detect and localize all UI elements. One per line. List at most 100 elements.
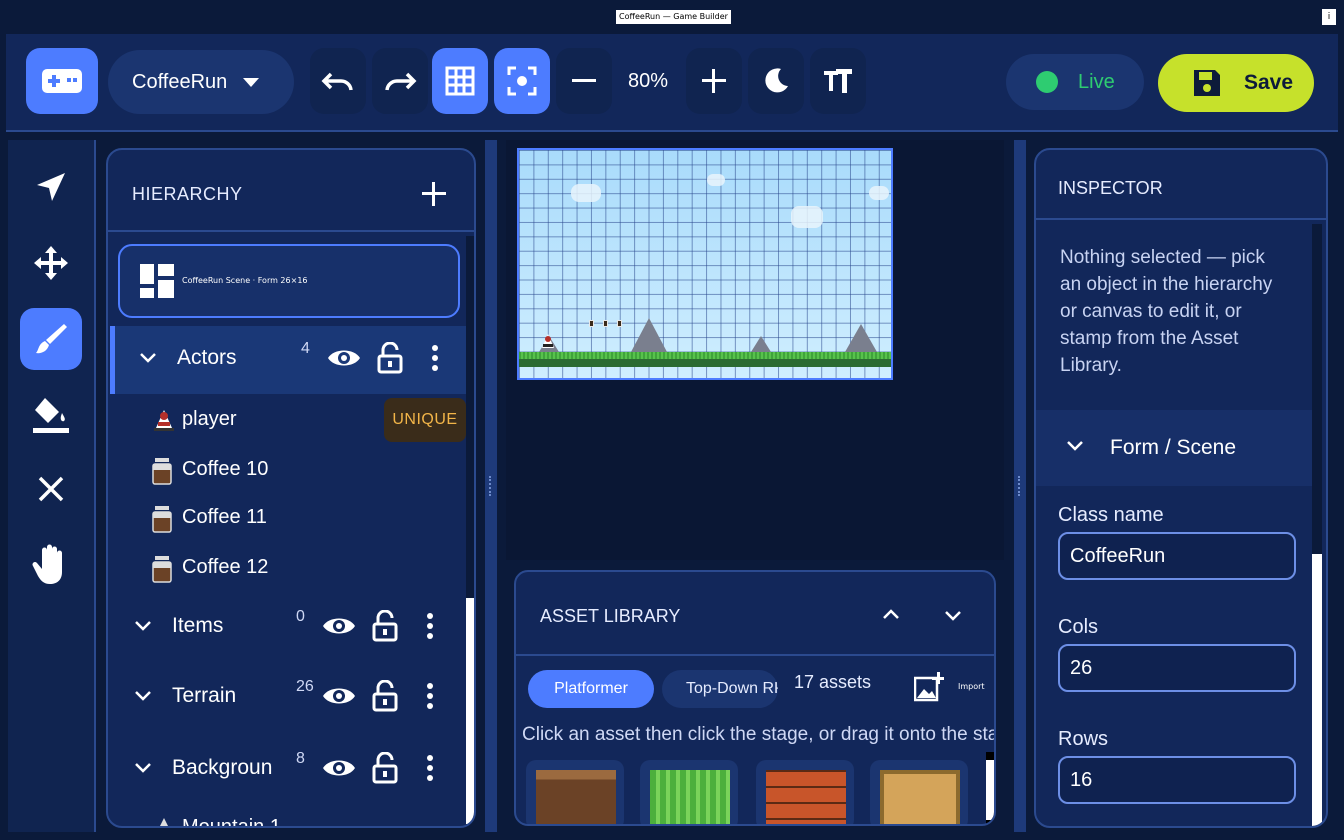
list-item[interactable]: Mountain 1	[148, 804, 468, 828]
asset-tile-dirt[interactable]	[526, 760, 624, 824]
caret-down-icon	[243, 77, 260, 87]
inspector-panel: INSPECTOR Nothing selected — pick an obj…	[1034, 148, 1328, 828]
group-actors[interactable]: Actors 4	[110, 326, 466, 394]
eye-icon[interactable]	[322, 756, 356, 780]
hierarchy-scrollbar[interactable]	[466, 236, 474, 826]
unlock-icon[interactable]	[372, 610, 398, 642]
asset-scrollbar[interactable]	[986, 752, 994, 824]
mountain-sprite	[845, 324, 877, 352]
unique-badge: UNIQUE	[384, 398, 466, 442]
chevron-down-icon[interactable]	[134, 620, 152, 632]
gamepad-button[interactable]	[26, 48, 98, 114]
inspector-scrollbar[interactable]	[1312, 224, 1322, 826]
unlock-icon[interactable]	[372, 680, 398, 712]
erase-tool[interactable]	[20, 458, 82, 520]
cols-label: Cols	[1058, 616, 1099, 638]
actor-name: Coffee 10	[182, 458, 269, 480]
actor-name: player	[182, 408, 237, 430]
rows-label: Rows	[1058, 728, 1109, 750]
tab-top-down-rpg[interactable]: Top-Down RPG	[662, 670, 778, 708]
save-button[interactable]: Save	[1158, 54, 1314, 112]
group-count: 0	[296, 608, 305, 625]
undo-button[interactable]	[310, 48, 366, 114]
left-splitter[interactable]	[485, 140, 497, 832]
right-splitter[interactable]	[1014, 140, 1026, 832]
chevron-down-icon[interactable]	[139, 352, 157, 364]
pointer-icon	[37, 173, 65, 201]
zoom-level: 80%	[627, 70, 669, 92]
more-vertical-icon[interactable]	[426, 754, 434, 782]
cloud-sprite	[791, 206, 823, 228]
cols-field[interactable]: 26	[1058, 644, 1296, 692]
text-size-button[interactable]	[810, 48, 866, 114]
chevron-down-icon[interactable]	[944, 610, 962, 622]
chevron-up-icon[interactable]	[882, 608, 900, 620]
select-tool[interactable]	[20, 156, 82, 218]
chevron-down-icon[interactable]	[134, 690, 152, 702]
live-status[interactable]: Live	[1006, 54, 1144, 110]
scrollbar-thumb[interactable]	[466, 598, 474, 824]
info-icon[interactable]: i	[1322, 9, 1336, 25]
ground-base	[519, 359, 891, 367]
move-tool[interactable]	[20, 232, 82, 294]
eye-icon[interactable]	[322, 684, 356, 708]
asset-tile-brick[interactable]	[756, 760, 854, 824]
group-items[interactable]: Items 0	[110, 594, 466, 662]
grid-toggle-button[interactable]	[432, 48, 488, 114]
move-icon	[34, 246, 68, 280]
background-item-name: Mountain 1	[182, 816, 281, 828]
more-vertical-icon[interactable]	[426, 682, 434, 710]
asset-tile-grass[interactable]	[640, 760, 738, 824]
more-vertical-icon[interactable]	[431, 344, 439, 372]
asset-count: 17 assets	[794, 672, 872, 692]
focus-button[interactable]	[494, 48, 550, 114]
pan-tool[interactable]	[20, 534, 82, 596]
cloud-sprite	[571, 184, 601, 202]
chevron-down-icon[interactable]	[134, 762, 152, 774]
import-label[interactable]: Import	[958, 682, 985, 691]
dark-mode-button[interactable]	[748, 48, 804, 114]
group-name: Terrain	[172, 684, 237, 707]
add-image-icon[interactable]	[914, 672, 944, 702]
drag-handle-icon[interactable]	[1018, 476, 1021, 496]
list-item[interactable]: Coffee 12	[148, 544, 468, 592]
group-terrain[interactable]: Terrain 26	[110, 664, 466, 732]
group-count: 4	[301, 340, 310, 357]
player-sprite	[542, 334, 554, 348]
player-sprite-icon	[154, 410, 174, 431]
zoom-in-button[interactable]	[686, 48, 742, 114]
eye-icon[interactable]	[322, 614, 356, 638]
zoom-out-button[interactable]	[556, 48, 612, 114]
tab-platformer[interactable]: Platformer	[528, 670, 654, 708]
live-label: Live	[1078, 70, 1115, 93]
project-selector[interactable]: CoffeeRun	[108, 50, 294, 114]
mountain-sprite	[631, 318, 667, 352]
scrollbar-thumb[interactable]	[986, 760, 994, 820]
game-stage[interactable]	[517, 148, 893, 380]
more-vertical-icon[interactable]	[426, 612, 434, 640]
brick-swatch	[766, 770, 846, 824]
eye-icon[interactable]	[327, 346, 361, 370]
coffee-cup-icon	[152, 458, 172, 485]
unlock-icon[interactable]	[372, 752, 398, 784]
list-item[interactable]: Coffee 10	[148, 446, 468, 494]
list-item[interactable]: Coffee 11	[148, 494, 468, 542]
section-label: Form / Scene	[1110, 436, 1237, 459]
chevron-down-icon[interactable]	[1066, 440, 1084, 452]
rows-field[interactable]: 16	[1058, 756, 1296, 804]
class-name-field[interactable]: CoffeeRun	[1058, 532, 1296, 580]
scrollbar-thumb[interactable]	[1312, 554, 1322, 826]
section-form-scene[interactable]: Form / Scene	[1036, 410, 1318, 486]
unlock-icon[interactable]	[377, 342, 403, 374]
asset-tile-crate[interactable]	[870, 760, 968, 824]
window-title: CoffeeRun — Game Builder	[616, 10, 731, 24]
add-icon[interactable]	[422, 182, 446, 206]
fill-tool[interactable]	[20, 384, 82, 446]
redo-button[interactable]	[372, 48, 428, 114]
group-background[interactable]: Backgroun 8	[110, 736, 466, 804]
actor-name: Coffee 11	[182, 506, 267, 528]
scene-card[interactable]: CoffeeRun Scene · Form 26×16	[118, 244, 460, 318]
layout-icon	[140, 264, 174, 298]
brush-tool[interactable]	[20, 308, 82, 370]
drag-handle-icon[interactable]	[489, 476, 492, 496]
